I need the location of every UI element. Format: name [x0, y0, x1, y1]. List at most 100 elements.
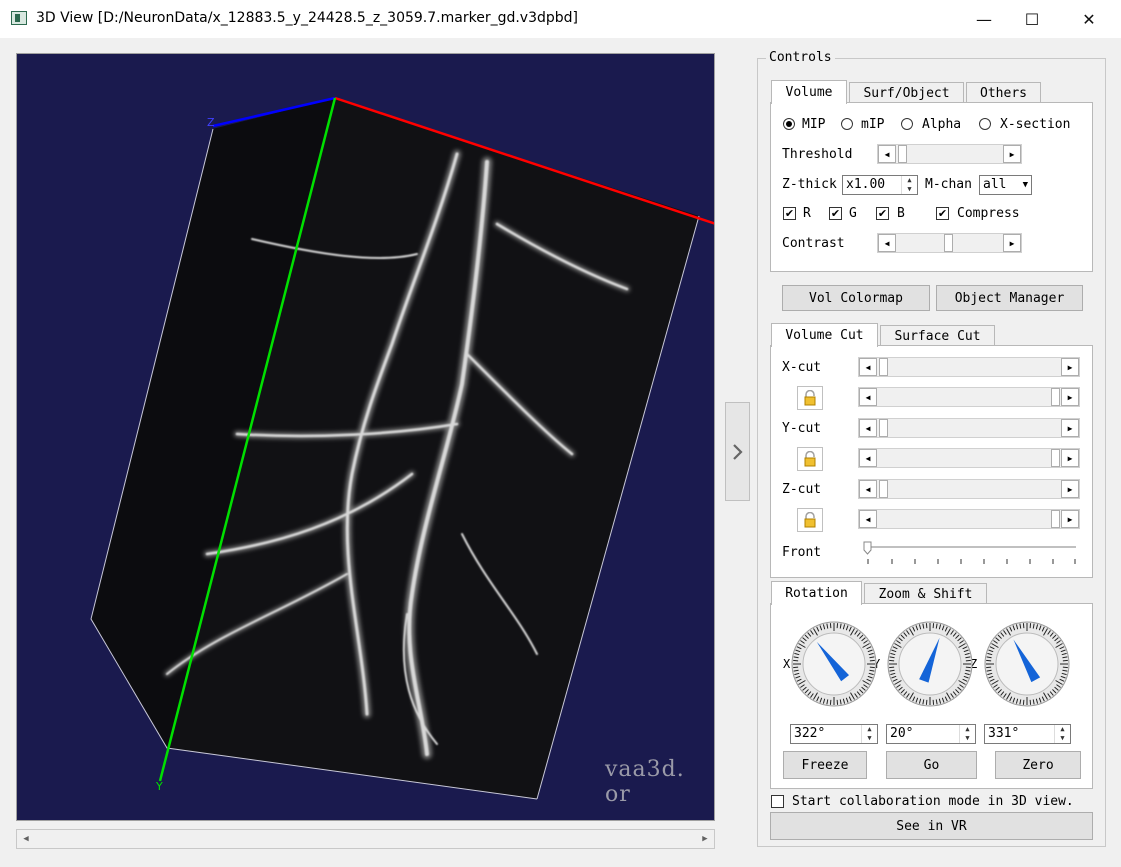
xcut-lock-button[interactable]	[797, 386, 823, 410]
zcut-label: Z-cut	[782, 482, 822, 497]
slider-left-icon[interactable]: ◀	[878, 145, 896, 163]
chevron-right-icon	[732, 443, 743, 460]
scroll-left-icon[interactable]: ◀	[17, 830, 35, 848]
lock-icon	[804, 390, 816, 406]
front-slider-ticks	[863, 541, 1076, 564]
spin-arrows-icon[interactable]: ▲ ▼	[1054, 725, 1070, 743]
scroll-right-icon[interactable]: ▶	[696, 830, 714, 848]
ycut-max-slider-thumb[interactable]	[1051, 449, 1060, 467]
xcut-max-slider-thumb[interactable]	[1051, 388, 1060, 406]
zcut-lock-button[interactable]	[797, 508, 823, 532]
dial-z-icon	[984, 621, 1070, 707]
watermark-text: vaa3d. or	[605, 757, 685, 807]
ycut-lock-button[interactable]	[797, 447, 823, 471]
zcut-slider[interactable]: ◀ ▶	[858, 479, 1080, 499]
slider-right-icon[interactable]: ▶	[1061, 388, 1079, 406]
slider-right-icon[interactable]: ▶	[1061, 510, 1079, 528]
collapse-panel-button[interactable]	[725, 402, 750, 501]
ycut-slider-thumb[interactable]	[879, 419, 888, 437]
3d-viewport[interactable]: Z Y vaa3d. or	[16, 53, 715, 821]
slider-right-icon[interactable]: ▶	[1061, 419, 1079, 437]
threshold-slider-thumb[interactable]	[898, 145, 907, 163]
freeze-button[interactable]: Freeze	[783, 751, 867, 779]
rot-y-spinbox[interactable]: 20° ▲ ▼	[886, 724, 976, 744]
window-title: 3D View [D:/NeuronData/x_12883.5_y_24428…	[36, 10, 578, 26]
see-in-vr-button[interactable]: See in VR	[770, 812, 1093, 840]
zero-button[interactable]: Zero	[995, 751, 1081, 779]
radio-x-section[interactable]	[979, 118, 991, 130]
contrast-slider-thumb[interactable]	[944, 234, 953, 252]
lock-icon	[804, 512, 816, 528]
maximize-button[interactable]: ☐	[1009, 0, 1055, 38]
radio-min-ip-label: mIP	[861, 117, 885, 132]
rotation-dial-z[interactable]	[983, 620, 1071, 708]
vol-colormap-button[interactable]: Vol Colormap	[782, 285, 930, 311]
chevron-down-icon: ▼	[1022, 180, 1028, 190]
zcut-max-slider-thumb[interactable]	[1051, 510, 1060, 528]
checkbox-r-label: R	[803, 206, 811, 221]
dial-x-icon	[791, 621, 877, 707]
slider-left-icon[interactable]: ◀	[859, 510, 877, 528]
tab-surf-object[interactable]: Surf/Object	[849, 82, 964, 104]
ycut-label: Y-cut	[782, 421, 822, 436]
ycut-slider[interactable]: ◀ ▶	[858, 418, 1080, 438]
slider-right-icon[interactable]: ▶	[1061, 480, 1079, 498]
tab-zoom-shift[interactable]: Zoom & Shift	[864, 583, 987, 605]
contrast-slider[interactable]: ◀ ▶	[877, 233, 1022, 253]
ycut-max-slider[interactable]: ◀ ▶	[858, 448, 1080, 468]
tab-others[interactable]: Others	[966, 82, 1041, 104]
zthick-value: x1.00	[846, 177, 886, 192]
threshold-slider[interactable]: ◀ ▶	[877, 144, 1022, 164]
close-button[interactable]: ✕	[1066, 0, 1112, 38]
radio-alpha[interactable]	[901, 118, 913, 130]
spin-arrows-icon[interactable]: ▲ ▼	[959, 725, 975, 743]
checkbox-r[interactable]: ✔	[783, 207, 796, 220]
spin-arrows-icon[interactable]: ▲ ▼	[861, 725, 877, 743]
rot-x-value: 322°	[794, 726, 826, 741]
mchan-select[interactable]: all ▼	[979, 175, 1032, 195]
front-slider[interactable]	[858, 540, 1080, 570]
rotation-dial-y[interactable]	[886, 620, 974, 708]
collab-label: Start collaboration mode in 3D view.	[792, 794, 1074, 809]
slider-left-icon[interactable]: ◀	[859, 419, 877, 437]
object-manager-button[interactable]: Object Manager	[936, 285, 1083, 311]
checkbox-b-label: B	[897, 206, 905, 221]
tab-volume[interactable]: Volume	[771, 80, 847, 104]
slider-right-icon[interactable]: ▶	[1003, 145, 1021, 163]
tab-volume-cut[interactable]: Volume Cut	[771, 323, 878, 347]
xcut-max-slider[interactable]: ◀ ▶	[858, 387, 1080, 407]
minimize-button[interactable]: —	[961, 0, 1007, 38]
checkbox-compress-label: Compress	[957, 206, 1020, 221]
tab-rotation[interactable]: Rotation	[771, 581, 862, 605]
zcut-slider-thumb[interactable]	[879, 480, 888, 498]
horizontal-scrollbar[interactable]: ◀ ▶	[16, 829, 715, 849]
xcut-slider-thumb[interactable]	[879, 358, 888, 376]
collab-checkbox[interactable]	[771, 795, 784, 808]
checkbox-compress[interactable]: ✔	[936, 207, 949, 220]
zthick-spinbox[interactable]: x1.00 ▲ ▼	[842, 175, 918, 195]
xcut-label: X-cut	[782, 360, 822, 375]
go-button[interactable]: Go	[886, 751, 977, 779]
xcut-slider[interactable]: ◀ ▶	[858, 357, 1080, 377]
checkbox-b[interactable]: ✔	[876, 207, 889, 220]
app-icon	[11, 11, 27, 25]
slider-right-icon[interactable]: ▶	[1003, 234, 1021, 252]
spin-arrows-icon[interactable]: ▲ ▼	[901, 176, 917, 194]
slider-left-icon[interactable]: ◀	[859, 449, 877, 467]
radio-mip[interactable]	[783, 118, 795, 130]
slider-right-icon[interactable]: ▶	[1061, 358, 1079, 376]
slider-left-icon[interactable]: ◀	[859, 358, 877, 376]
rotation-dial-x[interactable]	[790, 620, 878, 708]
zcut-max-slider[interactable]: ◀ ▶	[858, 509, 1080, 529]
rot-x-spinbox[interactable]: 322° ▲ ▼	[790, 724, 878, 744]
tab-surface-cut[interactable]: Surface Cut	[880, 325, 995, 347]
slider-left-icon[interactable]: ◀	[859, 480, 877, 498]
rot-z-spinbox[interactable]: 331° ▲ ▼	[984, 724, 1071, 744]
slider-left-icon[interactable]: ◀	[859, 388, 877, 406]
volume-render: Z Y	[90, 96, 714, 800]
controls-legend: Controls	[766, 50, 835, 65]
slider-left-icon[interactable]: ◀	[878, 234, 896, 252]
checkbox-g[interactable]: ✔	[829, 207, 842, 220]
radio-min-ip[interactable]	[841, 118, 853, 130]
slider-right-icon[interactable]: ▶	[1061, 449, 1079, 467]
